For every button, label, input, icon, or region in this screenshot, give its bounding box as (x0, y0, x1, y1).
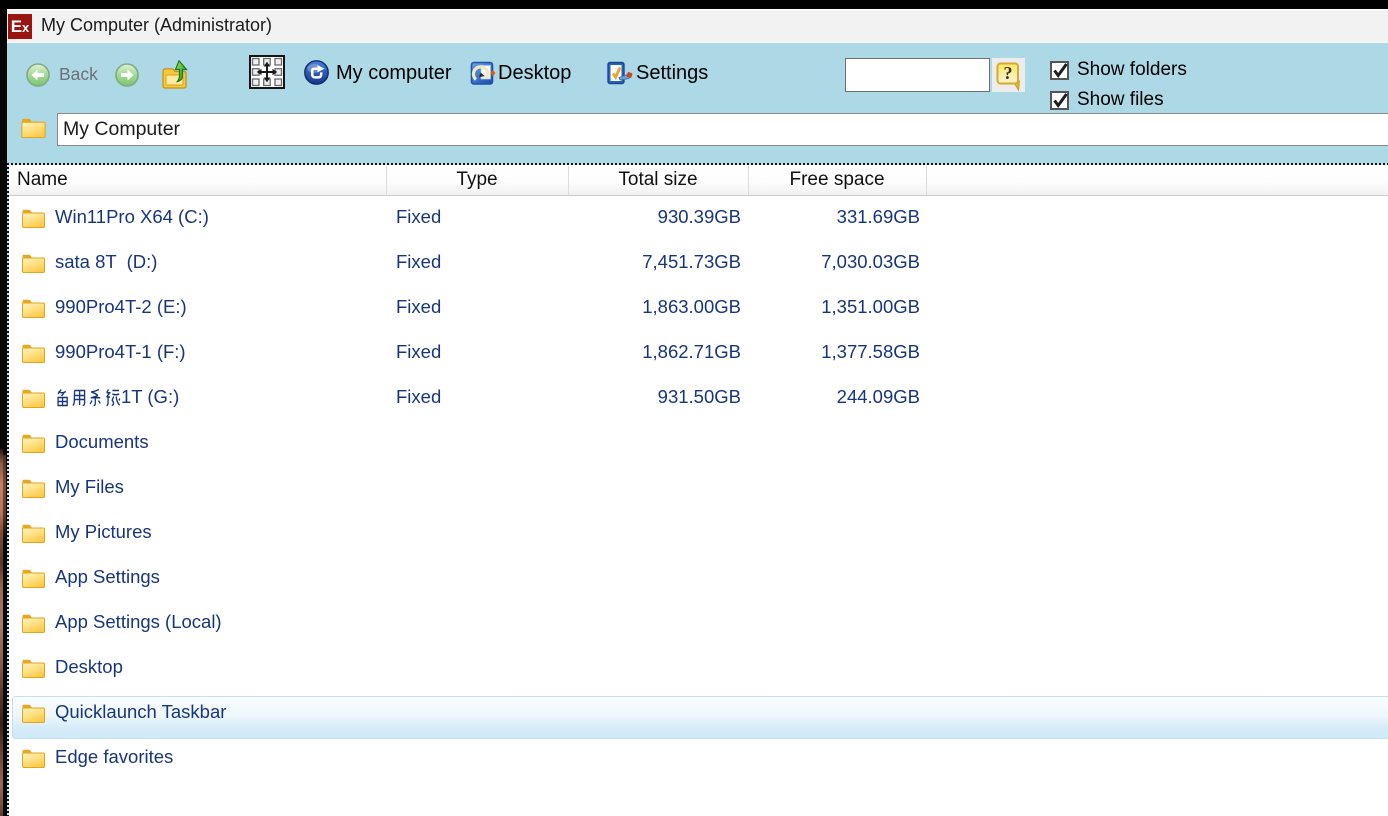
svg-text:?: ? (1004, 63, 1013, 83)
